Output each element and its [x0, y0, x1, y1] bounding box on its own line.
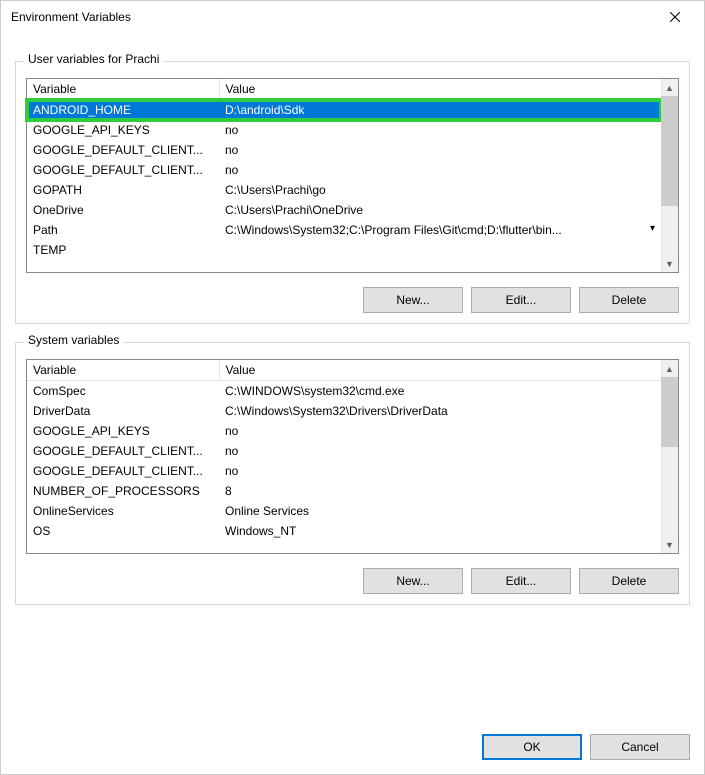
scroll-down-icon[interactable]: ▼ — [661, 536, 678, 553]
cell-value: D:\android\Sdk — [219, 100, 661, 121]
cell-variable: OnlineServices — [27, 501, 219, 521]
cell-value — [219, 240, 661, 260]
system-vars-section: System variables Variable Value ComSpecC… — [15, 342, 690, 605]
scrollbar[interactable]: ▲ ▼ — [661, 79, 678, 272]
titlebar[interactable]: Environment Variables — [1, 1, 704, 33]
cell-value: C:\Windows\System32;C:\Program Files\Git… — [219, 220, 661, 240]
cell-variable: GOOGLE_API_KEYS — [27, 120, 219, 140]
table-row[interactable]: OneDriveC:\Users\Prachi\OneDrive — [27, 200, 661, 220]
cell-value: 8 — [219, 481, 661, 501]
cell-variable: OS — [27, 521, 219, 541]
cell-variable: GOOGLE_API_KEYS — [27, 421, 219, 441]
table-row[interactable]: GOOGLE_DEFAULT_CLIENT...no — [27, 461, 661, 481]
scrollbar[interactable]: ▲ ▼ — [661, 360, 678, 553]
table-row[interactable]: GOOGLE_API_KEYSno — [27, 120, 661, 140]
table-row[interactable]: GOOGLE_DEFAULT_CLIENT...no — [27, 160, 661, 180]
cell-value: Windows_NT — [219, 521, 661, 541]
system-delete-button[interactable]: Delete — [579, 568, 679, 594]
cell-value: Online Services — [219, 501, 661, 521]
table-row[interactable]: GOOGLE_DEFAULT_CLIENT...no — [27, 140, 661, 160]
cell-value: C:\Windows\System32\Drivers\DriverData — [219, 401, 661, 421]
cell-value: C:\Users\Prachi\OneDrive — [219, 200, 661, 220]
cell-value: no — [219, 461, 661, 481]
scroll-thumb[interactable] — [661, 96, 678, 206]
dialog-content: User variables for Prachi Variable Value… — [1, 33, 704, 714]
table-row[interactable]: OSWindows_NT — [27, 521, 661, 541]
cell-variable: ANDROID_HOME — [27, 100, 219, 121]
user-vars-table[interactable]: Variable Value ANDROID_HOMED:\android\Sd… — [27, 79, 661, 260]
table-row[interactable]: DriverDataC:\Windows\System32\Drivers\Dr… — [27, 401, 661, 421]
scroll-up-icon[interactable]: ▲ — [661, 360, 678, 377]
close-button[interactable] — [652, 2, 698, 32]
cell-variable: ComSpec — [27, 381, 219, 402]
table-row[interactable]: PathC:\Windows\System32;C:\Program Files… — [27, 220, 661, 240]
col-value[interactable]: Value — [219, 79, 661, 100]
user-new-button[interactable]: New... — [363, 287, 463, 313]
cell-variable: GOOGLE_DEFAULT_CLIENT... — [27, 140, 219, 160]
system-new-button[interactable]: New... — [363, 568, 463, 594]
table-row[interactable]: GOOGLE_API_KEYSno — [27, 421, 661, 441]
cell-variable: OneDrive — [27, 200, 219, 220]
close-icon — [670, 12, 680, 22]
table-row[interactable]: NUMBER_OF_PROCESSORS8 — [27, 481, 661, 501]
user-delete-button[interactable]: Delete — [579, 287, 679, 313]
col-variable[interactable]: Variable — [27, 79, 219, 100]
system-edit-button[interactable]: Edit... — [471, 568, 571, 594]
cell-variable: Path — [27, 220, 219, 240]
system-vars-legend: System variables — [24, 333, 123, 347]
table-header-row: Variable Value — [27, 79, 661, 100]
col-variable[interactable]: Variable — [27, 360, 219, 381]
env-vars-dialog: Environment Variables User variables for… — [0, 0, 705, 775]
window-title: Environment Variables — [11, 10, 652, 24]
cell-variable: DriverData — [27, 401, 219, 421]
cell-variable: GOOGLE_DEFAULT_CLIENT... — [27, 160, 219, 180]
cell-value: no — [219, 120, 661, 140]
cell-value: C:\WINDOWS\system32\cmd.exe — [219, 381, 661, 402]
user-vars-section: User variables for Prachi Variable Value… — [15, 61, 690, 324]
scroll-down-icon[interactable]: ▼ — [661, 255, 678, 272]
ok-button[interactable]: OK — [482, 734, 582, 760]
cell-variable: GOOGLE_DEFAULT_CLIENT... — [27, 441, 219, 461]
cell-value: no — [219, 160, 661, 180]
cell-value: no — [219, 140, 661, 160]
cell-value: C:\Users\Prachi\go — [219, 180, 661, 200]
scroll-thumb[interactable] — [661, 377, 678, 447]
user-vars-legend: User variables for Prachi — [24, 52, 163, 66]
table-row[interactable]: GOOGLE_DEFAULT_CLIENT...no — [27, 441, 661, 461]
expand-icon[interactable]: ▾ — [646, 223, 655, 234]
user-vars-table-wrap: Variable Value ANDROID_HOMED:\android\Sd… — [26, 78, 679, 273]
system-vars-table[interactable]: Variable Value ComSpecC:\WINDOWS\system3… — [27, 360, 661, 541]
table-header-row: Variable Value — [27, 360, 661, 381]
user-edit-button[interactable]: Edit... — [471, 287, 571, 313]
scroll-up-icon[interactable]: ▲ — [661, 79, 678, 96]
user-vars-buttons: New... Edit... Delete — [26, 287, 679, 313]
table-row[interactable]: ComSpecC:\WINDOWS\system32\cmd.exe — [27, 381, 661, 402]
table-row[interactable]: GOPATHC:\Users\Prachi\go — [27, 180, 661, 200]
col-value[interactable]: Value — [219, 360, 661, 381]
table-row[interactable]: OnlineServicesOnline Services — [27, 501, 661, 521]
cell-variable: GOPATH — [27, 180, 219, 200]
cell-variable: GOOGLE_DEFAULT_CLIENT... — [27, 461, 219, 481]
system-vars-table-wrap: Variable Value ComSpecC:\WINDOWS\system3… — [26, 359, 679, 554]
table-row[interactable]: TEMP — [27, 240, 661, 260]
dialog-buttons: OK Cancel — [1, 714, 704, 774]
cell-variable: TEMP — [27, 240, 219, 260]
system-vars-buttons: New... Edit... Delete — [26, 568, 679, 594]
cell-value: no — [219, 441, 661, 461]
cell-variable: NUMBER_OF_PROCESSORS — [27, 481, 219, 501]
cancel-button[interactable]: Cancel — [590, 734, 690, 760]
cell-value: no — [219, 421, 661, 441]
table-row[interactable]: ANDROID_HOMED:\android\Sdk — [27, 100, 661, 121]
